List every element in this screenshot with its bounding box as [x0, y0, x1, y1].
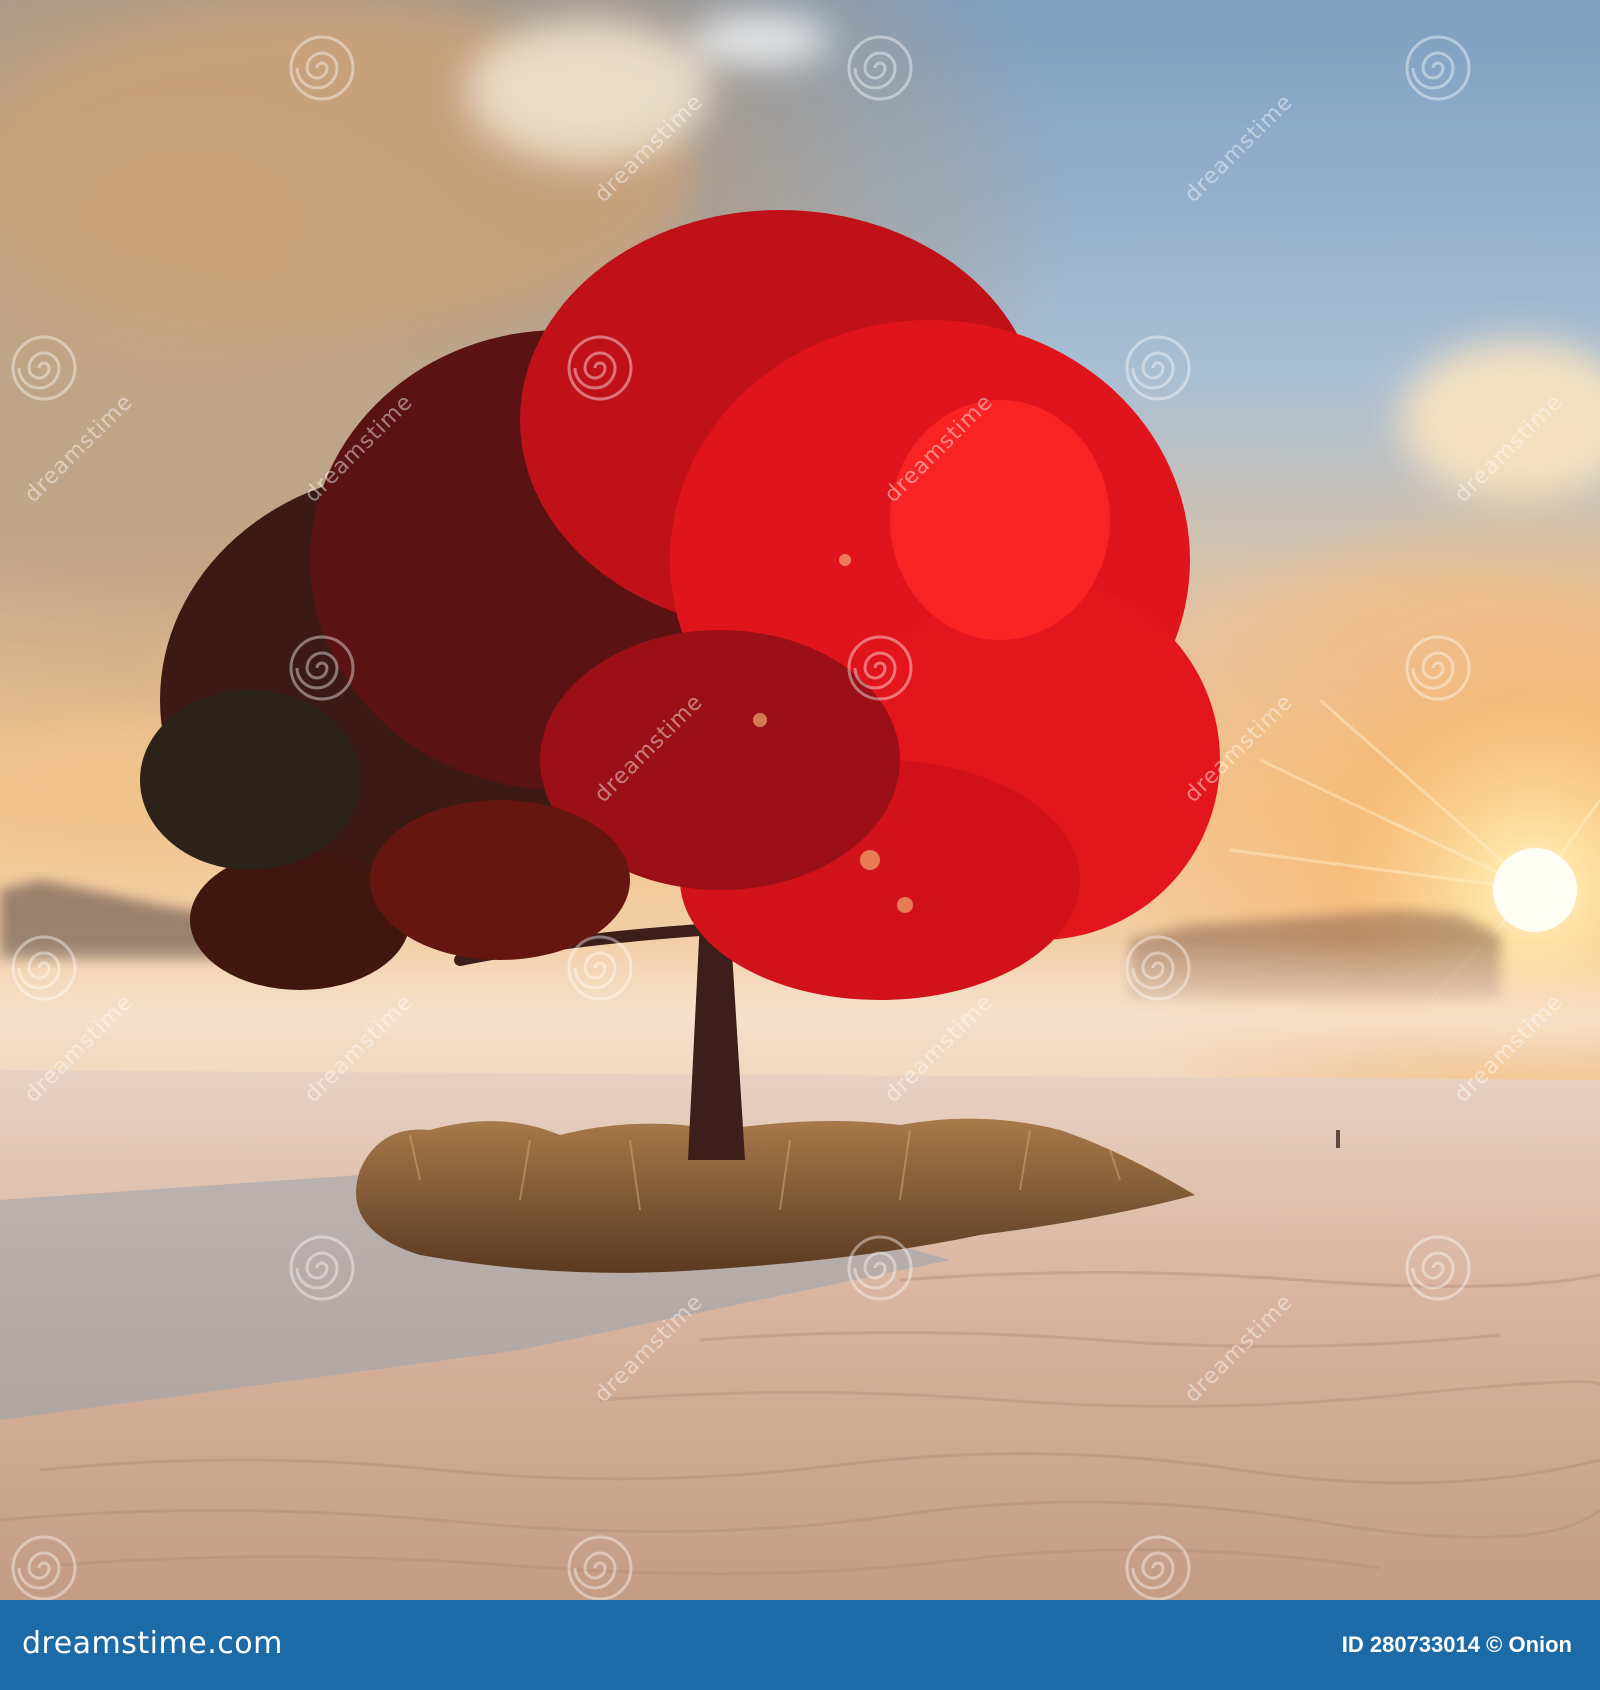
- stock-image-page: dreamstime dreamstime dreamstime dreamstime…: [0, 0, 1600, 1690]
- landscape-photo: [0, 0, 1600, 1600]
- author-name[interactable]: Onion: [1508, 1632, 1572, 1657]
- image-id: ID 280733014: [1341, 1632, 1480, 1657]
- copyright-icon: ©: [1486, 1632, 1503, 1657]
- image-credit: ID 280733014 © Onion: [1342, 1632, 1572, 1658]
- image-footer: dreamstime.com ID 280733014 © Onion: [0, 1600, 1600, 1690]
- site-brand[interactable]: dreamstime.com: [22, 1626, 283, 1661]
